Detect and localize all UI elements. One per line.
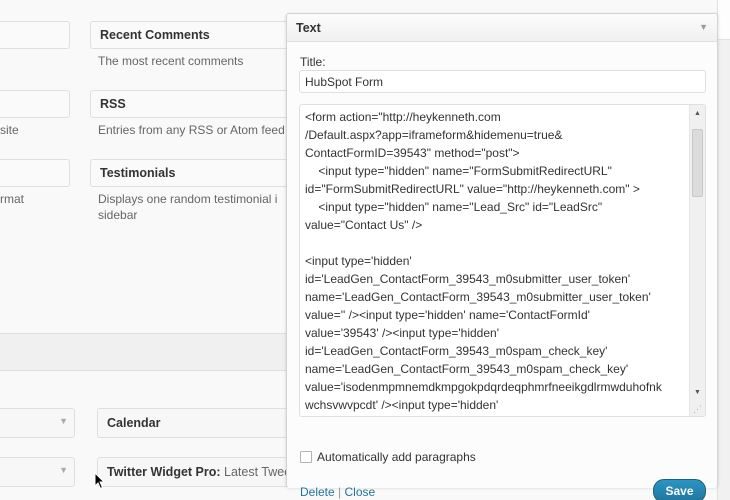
content-line: <input type="hidden" name="Lead_Src" id=… — [305, 200, 603, 214]
link-separator: | — [334, 485, 345, 499]
inactive-widget-calendar[interactable]: Calendar — [97, 408, 297, 438]
widget-title: Calendar — [107, 416, 161, 430]
text-widget-panel: Text ▼ Title: <form action="http://heyke… — [286, 13, 718, 500]
content-line: <form action="http://heykenneth.com — [305, 110, 501, 124]
content-line: value="Contact Us" /> — [305, 218, 423, 232]
resize-grip-icon[interactable]: ⋰ — [693, 404, 703, 414]
content-line: value='isodenmpmnemdkmpgokpdqrdeqphmrfne… — [305, 380, 662, 394]
widget-header-title: Text — [296, 21, 321, 35]
inactive-widget-twitter[interactable]: Twitter Widget Pro: Latest Twee — [97, 457, 297, 487]
content-line: id='LeadGen_ContactForm_39543_m0submitte… — [305, 272, 631, 286]
collapse-toggle-icon[interactable]: ▼ — [699, 22, 708, 32]
content-line: wchsvwvpcdt' /><input type='hidden' — [305, 398, 499, 412]
content-text: <form action="http://heykenneth.com/Defa… — [305, 108, 685, 414]
widget-desc-left-3: rmat — [0, 192, 24, 206]
widget-desc-left-1: site — [0, 123, 19, 137]
inactive-widget-left-2[interactable]: ▼ — [0, 457, 75, 487]
sidebar-edge — [717, 0, 730, 500]
content-line: ContactFormID=39543" method="post"> — [305, 146, 520, 160]
content-line: <input type="hidden" name="FormSubmitRed… — [305, 164, 612, 178]
widget-item-left-3[interactable] — [0, 159, 70, 187]
content-line: value='' /><input type='hidden' name='Co… — [305, 308, 590, 322]
mouse-cursor-icon — [94, 472, 106, 490]
delete-link[interactable]: Delete — [300, 485, 335, 499]
widget-title: RSS — [100, 97, 126, 111]
close-link[interactable]: Close — [344, 485, 375, 499]
widget-desc-recent-comments: The most recent comments — [98, 54, 244, 68]
content-line: id="FormSubmitRedirectURL" value="http:/… — [305, 182, 640, 196]
autop-label: Automatically add paragraphs — [317, 450, 476, 464]
widget-item-left-1[interactable] — [0, 21, 70, 49]
title-input[interactable] — [299, 70, 706, 93]
autop-checkbox[interactable] — [300, 451, 312, 463]
content-line: value='39543' /><input type='hidden' — [305, 326, 499, 340]
widget-subtitle: Latest Twee — [220, 465, 292, 479]
scroll-thumb[interactable] — [692, 129, 703, 197]
widget-title: Twitter Widget Pro: — [107, 465, 221, 479]
widget-item-recent-comments[interactable]: Recent Comments — [90, 21, 300, 49]
widget-item-testimonials[interactable]: Testimonials — [90, 159, 300, 187]
widget-title: Testimonials — [100, 166, 176, 180]
content-textarea[interactable]: <form action="http://heykenneth.com/Defa… — [299, 104, 706, 417]
widget-body: Title: <form action="http://heykenneth.c… — [287, 42, 717, 500]
content-line: name='LeadGen_ContactForm_39543_m0submit… — [305, 290, 651, 304]
autop-option[interactable]: Automatically add paragraphs — [300, 450, 476, 464]
inactive-widget-left-1[interactable]: ▼ — [0, 408, 75, 438]
content-line: /Default.aspx?app=iframeform&hidemenu=tr… — [305, 128, 563, 142]
widget-item-left-2[interactable] — [0, 90, 70, 118]
widget-desc-testimonials-1: Displays one random testimonial i — [98, 192, 278, 206]
content-line: name='LeadGen_ContactForm_39543_m0spam_c… — [305, 362, 629, 376]
chevron-down-icon[interactable]: ▼ — [59, 465, 68, 475]
content-line: <input type='hidden' — [305, 254, 412, 268]
widget-title: Recent Comments — [100, 28, 210, 42]
save-button[interactable]: Save — [653, 479, 706, 500]
widget-header[interactable]: Text ▼ — [287, 14, 717, 42]
scroll-down-icon[interactable]: ▼ — [690, 386, 705, 400]
widget-control-actions: Delete | Close — [300, 485, 375, 499]
scrollbar[interactable]: ▲ ▼ — [689, 105, 705, 416]
content-line — [305, 234, 685, 252]
widget-item-rss[interactable]: RSS — [90, 90, 300, 118]
title-label: Title: — [300, 55, 326, 69]
chevron-down-icon[interactable]: ▼ — [59, 416, 68, 426]
widget-desc-testimonials-2: sidebar — [98, 208, 138, 222]
content-line: id='LeadGen_ContactForm_39543_m0spam_che… — [305, 344, 608, 358]
widget-desc-rss: Entries from any RSS or Atom feed — [98, 123, 285, 137]
scroll-up-icon[interactable]: ▲ — [690, 107, 705, 121]
